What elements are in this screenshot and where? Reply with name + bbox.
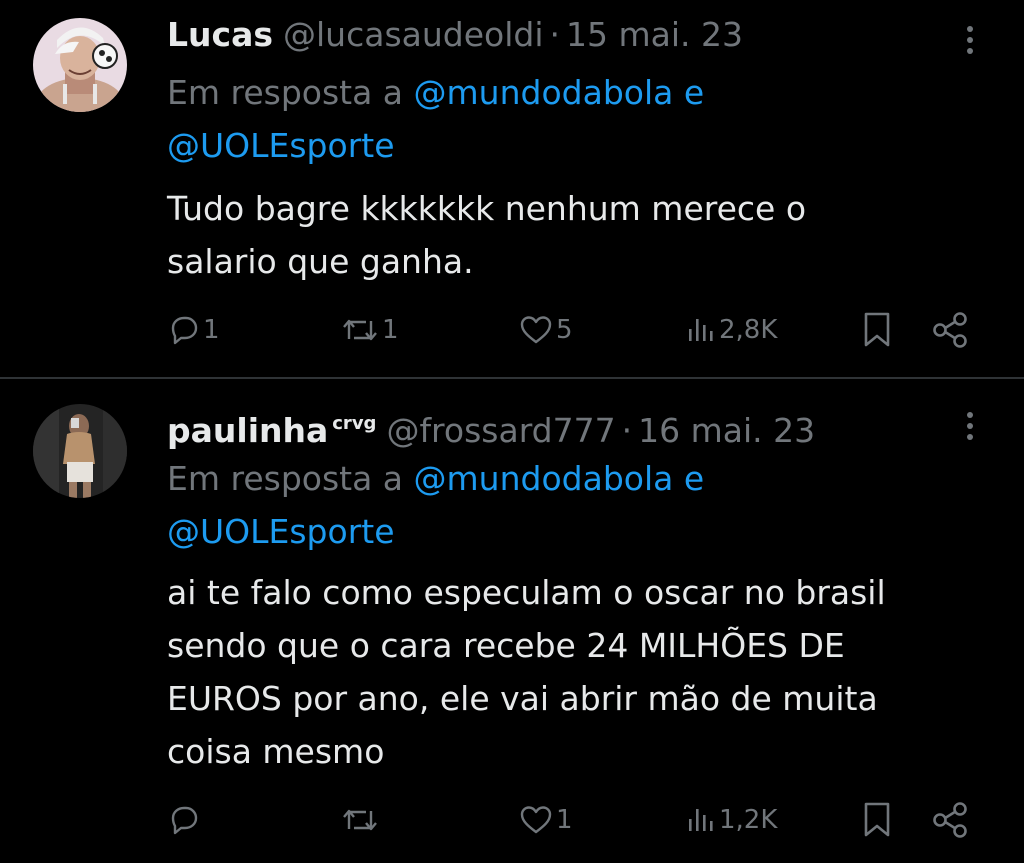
- bookmark-button[interactable]: [861, 795, 893, 845]
- retweet-count: 1: [382, 315, 399, 345]
- views-count: 2,8K: [719, 315, 778, 345]
- avatar-image: [33, 18, 127, 112]
- tweet-header: Lucas @lucasaudeoldi · 15 mai. 23: [167, 15, 743, 55]
- reply-conjunction: e: [683, 73, 705, 112]
- reply-context: Em resposta a @mundodabola e @UOLEsporte: [167, 452, 987, 558]
- retweet-button[interactable]: 1: [340, 305, 399, 355]
- tweet-divider: [0, 377, 1024, 379]
- heart-icon: [520, 316, 552, 344]
- like-button[interactable]: 5: [518, 305, 573, 355]
- views-count: 1,2K: [719, 805, 778, 835]
- heart-icon: [520, 806, 552, 834]
- avatar[interactable]: [33, 18, 127, 112]
- share-button[interactable]: [930, 305, 970, 355]
- separator-dot: ·: [621, 411, 633, 450]
- tweet-text: Tudo bagre kkkkkkk nenhum merece o salar…: [167, 189, 807, 281]
- more-options-button[interactable]: [960, 406, 980, 446]
- more-vertical-icon: [967, 412, 973, 440]
- reply-context: Em resposta a @mundodabola e @UOLEsporte: [167, 66, 987, 172]
- reply-count: 1: [203, 315, 220, 345]
- mention-link[interactable]: @UOLEsporte: [167, 512, 395, 551]
- bookmark-icon: [864, 802, 890, 837]
- reply-button[interactable]: [167, 795, 203, 845]
- user-handle[interactable]: @frossard777: [386, 411, 615, 450]
- tweet[interactable]: Lucas @lucasaudeoldi · 15 mai. 23 Em respos…: [0, 0, 1024, 378]
- like-count: 1: [556, 805, 573, 835]
- tweet-date[interactable]: 16 mai. 23: [638, 411, 815, 450]
- tweet-header: paulinha crvg @frossard777 · 16 mai. 23: [167, 404, 815, 451]
- retweet-icon: [343, 809, 377, 831]
- tweet-text: ai te falo como especulam o oscar no bra…: [167, 573, 886, 771]
- like-count: 5: [556, 315, 573, 345]
- name-badge: crvg: [332, 413, 377, 434]
- tweet-actions: 1 1,2K: [0, 795, 1024, 845]
- separator-dot: ·: [549, 15, 561, 54]
- bookmark-icon: [864, 312, 890, 347]
- display-name[interactable]: paulinha: [167, 411, 328, 450]
- avatar[interactable]: [33, 404, 127, 498]
- views-bars-icon: [689, 319, 713, 341]
- tweet[interactable]: paulinha crvg @frossard777 · 16 mai. 23 Em r…: [0, 380, 1024, 863]
- share-button[interactable]: [930, 795, 970, 845]
- share-icon: [933, 312, 967, 348]
- views-button[interactable]: 1,2K: [687, 795, 777, 845]
- mention-link[interactable]: @mundodabola: [414, 73, 674, 112]
- avatar-image: [33, 404, 127, 498]
- mention-link[interactable]: @mundodabola: [414, 459, 674, 498]
- mention-link[interactable]: @UOLEsporte: [167, 126, 395, 165]
- tweet-date[interactable]: 15 mai. 23: [566, 15, 743, 54]
- user-handle[interactable]: @lucasaudeoldi: [283, 15, 544, 54]
- views-button[interactable]: 2,8K: [687, 305, 777, 355]
- like-button[interactable]: 1: [518, 795, 573, 845]
- views-bars-icon: [689, 809, 713, 831]
- display-name[interactable]: Lucas: [167, 15, 273, 54]
- retweet-button[interactable]: [340, 795, 382, 845]
- tweet-actions: 1 1 5 2,8K: [0, 305, 1024, 355]
- more-options-button[interactable]: [960, 20, 980, 60]
- reply-conjunction: e: [683, 459, 705, 498]
- retweet-icon: [343, 319, 377, 341]
- more-vertical-icon: [967, 26, 973, 54]
- share-icon: [933, 802, 967, 838]
- reply-prefix: Em resposta a: [167, 459, 404, 498]
- reply-button[interactable]: 1: [167, 305, 220, 355]
- reply-bubble-icon: [171, 316, 198, 345]
- bookmark-button[interactable]: [861, 305, 893, 355]
- reply-prefix: Em resposta a: [167, 73, 404, 112]
- reply-bubble-icon: [171, 806, 198, 835]
